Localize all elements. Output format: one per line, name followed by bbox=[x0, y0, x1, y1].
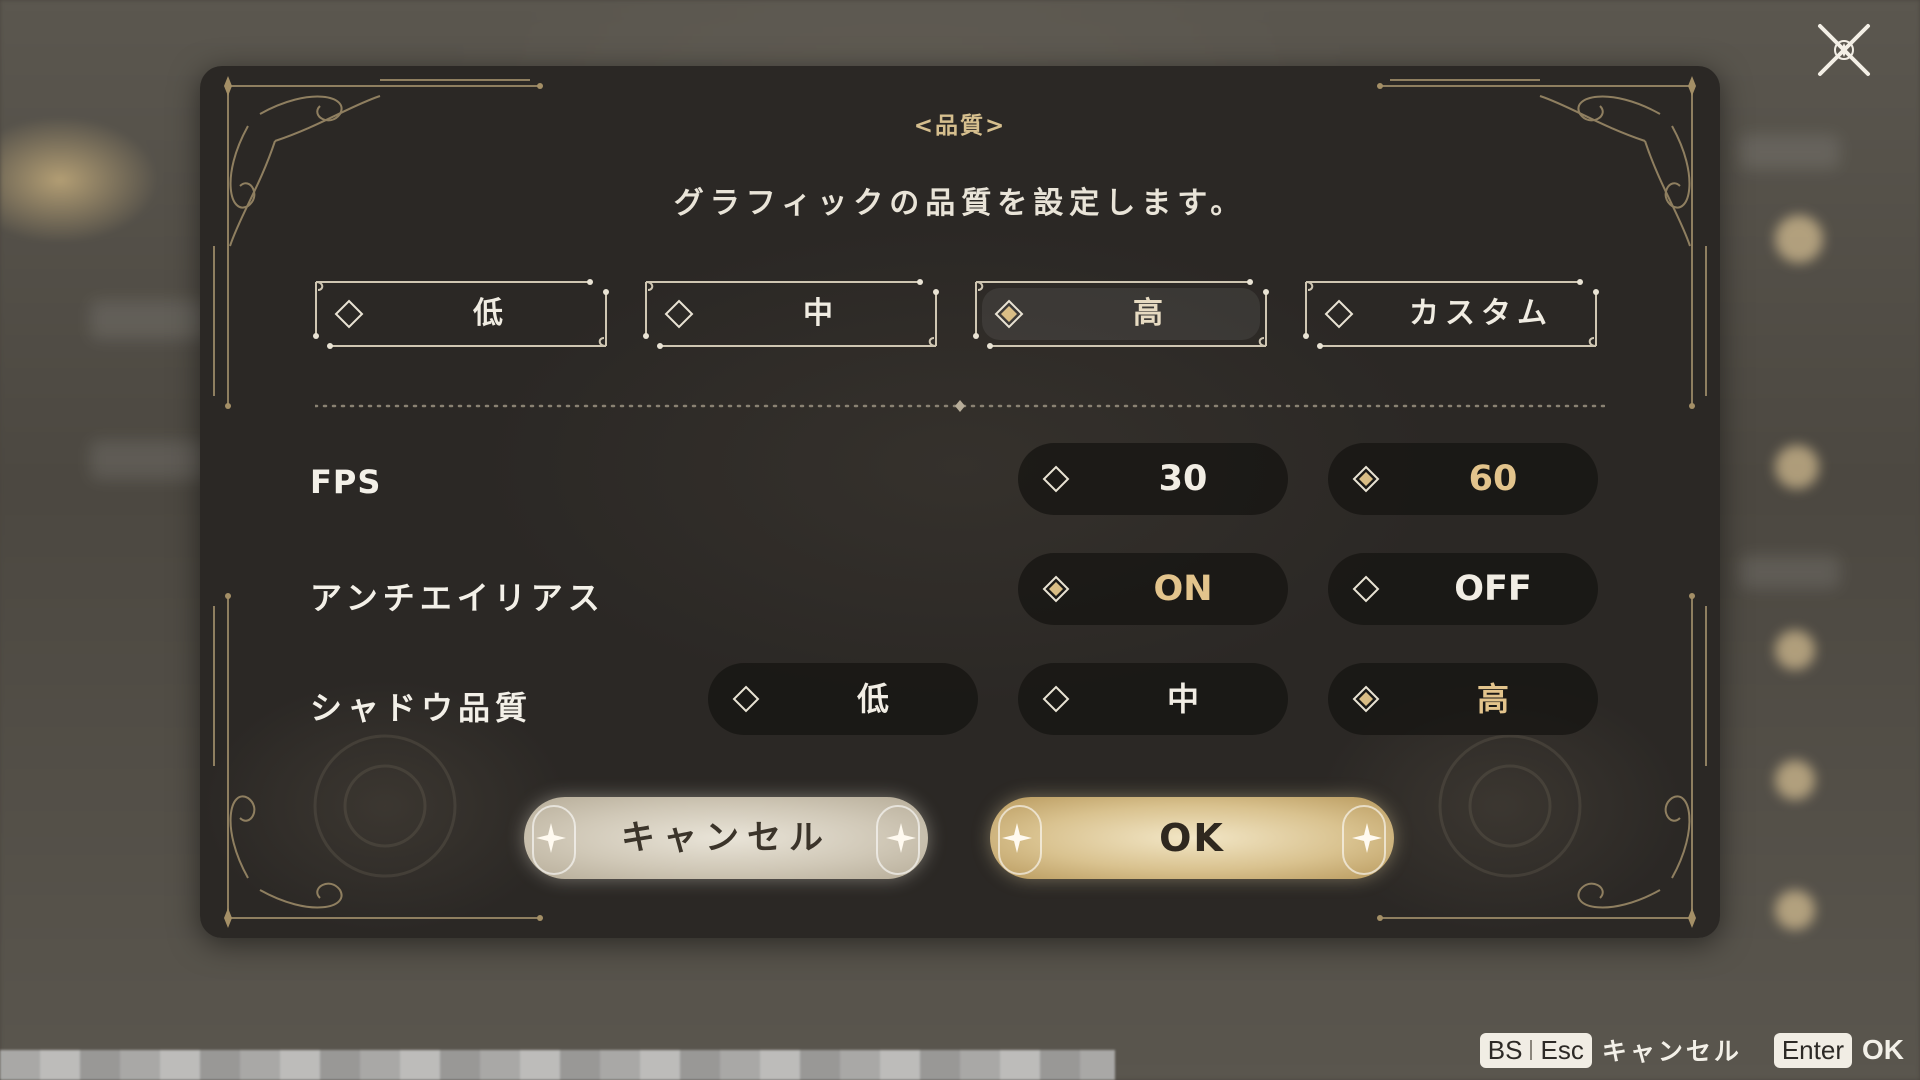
enter-keycap: Enter bbox=[1773, 1032, 1852, 1068]
background-bar bbox=[90, 440, 210, 480]
bs-key-label: BS bbox=[1487, 1034, 1523, 1065]
dialog-description: グラフィックの品質を設定します。 bbox=[673, 186, 1247, 221]
antialias-off-option[interactable]: OFF bbox=[1328, 553, 1598, 625]
preset-medium-label: 中 bbox=[803, 296, 839, 331]
dialog-title: <品質> bbox=[913, 113, 1007, 139]
cancel-button[interactable]: キャンセル bbox=[524, 797, 928, 879]
background-glow bbox=[1775, 215, 1823, 263]
diamond-radio-icon bbox=[334, 299, 364, 329]
preset-custom-label: カスタム bbox=[1409, 296, 1553, 331]
shadow-high-label: 高 bbox=[1476, 680, 1509, 718]
bs-esc-keycap: BS Esc bbox=[1479, 1032, 1592, 1068]
cancel-hint-text: キャンセル bbox=[1601, 1037, 1742, 1066]
preset-medium-button[interactable]: 中 bbox=[640, 276, 942, 352]
background-glow bbox=[1775, 890, 1815, 930]
background-bar bbox=[90, 300, 210, 340]
antialias-on-label: ON bbox=[1153, 569, 1213, 609]
antialias-on-option[interactable]: ON bbox=[1018, 553, 1288, 625]
shadow-medium-label: 中 bbox=[1166, 680, 1199, 718]
diamond-radio-icon bbox=[664, 299, 694, 329]
antialias-off-label: OFF bbox=[1454, 569, 1532, 609]
shadow-quality-label: シャドウ品質 bbox=[310, 689, 533, 727]
close-icon bbox=[1818, 24, 1870, 76]
diamond-radio-icon bbox=[1042, 685, 1070, 713]
fps-30-option[interactable]: 30 bbox=[1018, 443, 1288, 515]
close-button[interactable] bbox=[1814, 20, 1874, 80]
fps-label: FPS bbox=[310, 463, 382, 501]
diamond-radio-selected-icon bbox=[1352, 465, 1380, 493]
keycap-separator bbox=[1530, 1040, 1533, 1060]
shadow-low-option[interactable]: 低 bbox=[708, 663, 978, 735]
fps-60-label: 60 bbox=[1468, 459, 1518, 499]
ok-button-label: OK bbox=[1159, 816, 1225, 860]
ok-button[interactable]: OK bbox=[990, 797, 1394, 879]
shadow-medium-option[interactable]: 中 bbox=[1018, 663, 1288, 735]
preset-high-button[interactable]: 高 bbox=[970, 276, 1272, 352]
diamond-radio-icon bbox=[732, 685, 760, 713]
background-glow bbox=[1775, 760, 1815, 800]
diamond-radio-selected-icon bbox=[994, 299, 1024, 329]
diamond-radio-selected-icon bbox=[1352, 685, 1380, 713]
fps-30-label: 30 bbox=[1158, 459, 1208, 499]
shadow-low-label: 低 bbox=[856, 680, 889, 718]
background-glow bbox=[1775, 445, 1819, 489]
background-glow bbox=[1775, 630, 1815, 670]
fps-60-option[interactable]: 60 bbox=[1328, 443, 1598, 515]
cancel-button-label: キャンセル bbox=[621, 818, 831, 858]
background-bar bbox=[1740, 555, 1840, 589]
esc-key-label: Esc bbox=[1540, 1034, 1584, 1065]
background-strip bbox=[0, 1050, 1115, 1080]
key-hints: BS Esc キャンセル Enter OK bbox=[1479, 1030, 1904, 1070]
diamond-radio-icon bbox=[1352, 575, 1380, 603]
diamond-radio-icon bbox=[1042, 465, 1070, 493]
preset-low-button[interactable]: 低 bbox=[310, 276, 612, 352]
diamond-radio-selected-icon bbox=[1042, 575, 1070, 603]
enter-key-label: Enter bbox=[1781, 1034, 1844, 1065]
shadow-high-option[interactable]: 高 bbox=[1328, 663, 1598, 735]
preset-custom-button[interactable]: カスタム bbox=[1300, 276, 1602, 352]
dotted-divider bbox=[315, 400, 1605, 412]
diamond-radio-icon bbox=[1324, 299, 1354, 329]
background-bar bbox=[1740, 135, 1840, 169]
antialias-label: アンチエイリアス bbox=[310, 579, 605, 617]
preset-low-label: 低 bbox=[473, 296, 509, 331]
quality-dialog: <品質> グラフィックの品質を設定します。 低 中 高 カスタム FPS 30 … bbox=[200, 66, 1720, 938]
ok-hint-text: OK bbox=[1862, 1034, 1904, 1065]
preset-high-label: 高 bbox=[1133, 296, 1169, 331]
